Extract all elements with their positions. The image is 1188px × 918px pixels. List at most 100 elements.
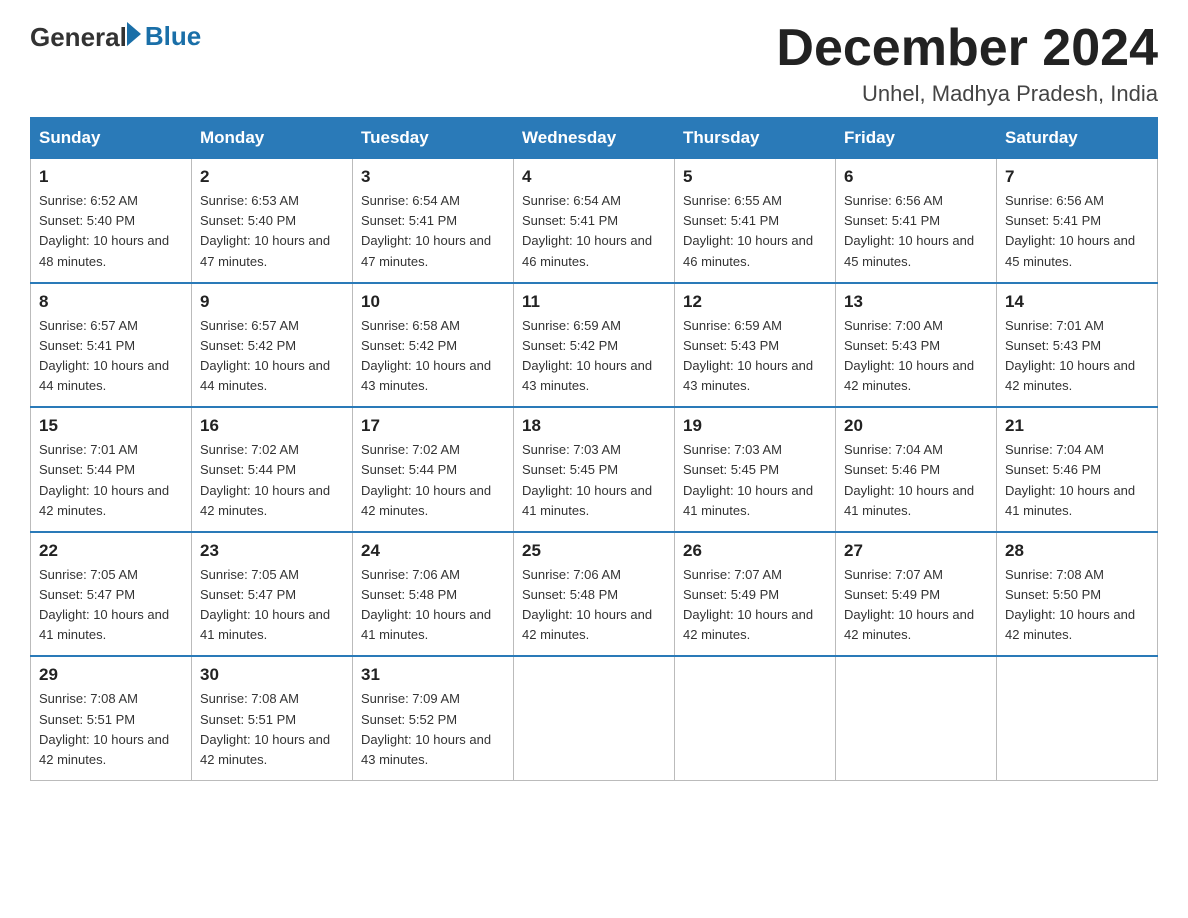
day-info: Sunrise: 7:00 AMSunset: 5:43 PMDaylight:…	[844, 318, 974, 393]
day-number: 14	[1005, 292, 1149, 312]
day-number: 31	[361, 665, 505, 685]
table-row: 6 Sunrise: 6:56 AMSunset: 5:41 PMDayligh…	[836, 159, 997, 283]
table-row: 26 Sunrise: 7:07 AMSunset: 5:49 PMDaylig…	[675, 532, 836, 657]
table-row: 5 Sunrise: 6:55 AMSunset: 5:41 PMDayligh…	[675, 159, 836, 283]
day-number: 11	[522, 292, 666, 312]
calendar-week-row: 1 Sunrise: 6:52 AMSunset: 5:40 PMDayligh…	[31, 159, 1158, 283]
day-info: Sunrise: 7:07 AMSunset: 5:49 PMDaylight:…	[844, 567, 974, 642]
day-number: 24	[361, 541, 505, 561]
col-friday: Friday	[836, 118, 997, 159]
table-row: 15 Sunrise: 7:01 AMSunset: 5:44 PMDaylig…	[31, 407, 192, 532]
table-row: 22 Sunrise: 7:05 AMSunset: 5:47 PMDaylig…	[31, 532, 192, 657]
table-row: 21 Sunrise: 7:04 AMSunset: 5:46 PMDaylig…	[997, 407, 1158, 532]
table-row: 25 Sunrise: 7:06 AMSunset: 5:48 PMDaylig…	[514, 532, 675, 657]
day-number: 22	[39, 541, 183, 561]
day-info: Sunrise: 6:54 AMSunset: 5:41 PMDaylight:…	[361, 193, 491, 268]
day-number: 8	[39, 292, 183, 312]
day-number: 29	[39, 665, 183, 685]
title-area: December 2024 Unhel, Madhya Pradesh, Ind…	[776, 20, 1158, 107]
table-row: 29 Sunrise: 7:08 AMSunset: 5:51 PMDaylig…	[31, 656, 192, 780]
table-row: 28 Sunrise: 7:08 AMSunset: 5:50 PMDaylig…	[997, 532, 1158, 657]
day-info: Sunrise: 6:57 AMSunset: 5:41 PMDaylight:…	[39, 318, 169, 393]
table-row	[836, 656, 997, 780]
day-number: 20	[844, 416, 988, 436]
day-number: 28	[1005, 541, 1149, 561]
table-row: 3 Sunrise: 6:54 AMSunset: 5:41 PMDayligh…	[353, 159, 514, 283]
day-number: 10	[361, 292, 505, 312]
day-info: Sunrise: 7:04 AMSunset: 5:46 PMDaylight:…	[844, 442, 974, 517]
day-info: Sunrise: 7:07 AMSunset: 5:49 PMDaylight:…	[683, 567, 813, 642]
table-row: 23 Sunrise: 7:05 AMSunset: 5:47 PMDaylig…	[192, 532, 353, 657]
table-row: 14 Sunrise: 7:01 AMSunset: 5:43 PMDaylig…	[997, 283, 1158, 408]
day-info: Sunrise: 7:06 AMSunset: 5:48 PMDaylight:…	[522, 567, 652, 642]
day-number: 6	[844, 167, 988, 187]
table-row: 19 Sunrise: 7:03 AMSunset: 5:45 PMDaylig…	[675, 407, 836, 532]
location-title: Unhel, Madhya Pradesh, India	[776, 81, 1158, 107]
logo-general-text: General	[30, 20, 141, 53]
day-info: Sunrise: 7:08 AMSunset: 5:50 PMDaylight:…	[1005, 567, 1135, 642]
table-row: 7 Sunrise: 6:56 AMSunset: 5:41 PMDayligh…	[997, 159, 1158, 283]
day-number: 18	[522, 416, 666, 436]
page-header: General Blue December 2024 Unhel, Madhya…	[30, 20, 1158, 107]
day-info: Sunrise: 6:56 AMSunset: 5:41 PMDaylight:…	[1005, 193, 1135, 268]
table-row: 10 Sunrise: 6:58 AMSunset: 5:42 PMDaylig…	[353, 283, 514, 408]
day-info: Sunrise: 7:05 AMSunset: 5:47 PMDaylight:…	[39, 567, 169, 642]
day-info: Sunrise: 6:59 AMSunset: 5:42 PMDaylight:…	[522, 318, 652, 393]
col-sunday: Sunday	[31, 118, 192, 159]
day-info: Sunrise: 6:58 AMSunset: 5:42 PMDaylight:…	[361, 318, 491, 393]
table-row: 27 Sunrise: 7:07 AMSunset: 5:49 PMDaylig…	[836, 532, 997, 657]
day-number: 26	[683, 541, 827, 561]
calendar-week-row: 8 Sunrise: 6:57 AMSunset: 5:41 PMDayligh…	[31, 283, 1158, 408]
day-info: Sunrise: 6:52 AMSunset: 5:40 PMDaylight:…	[39, 193, 169, 268]
day-info: Sunrise: 6:59 AMSunset: 5:43 PMDaylight:…	[683, 318, 813, 393]
calendar-body: 1 Sunrise: 6:52 AMSunset: 5:40 PMDayligh…	[31, 159, 1158, 781]
day-number: 19	[683, 416, 827, 436]
logo-arrow-icon	[127, 22, 141, 46]
day-info: Sunrise: 7:02 AMSunset: 5:44 PMDaylight:…	[361, 442, 491, 517]
col-thursday: Thursday	[675, 118, 836, 159]
col-saturday: Saturday	[997, 118, 1158, 159]
table-row: 9 Sunrise: 6:57 AMSunset: 5:42 PMDayligh…	[192, 283, 353, 408]
day-number: 2	[200, 167, 344, 187]
day-number: 25	[522, 541, 666, 561]
table-row: 20 Sunrise: 7:04 AMSunset: 5:46 PMDaylig…	[836, 407, 997, 532]
table-row: 1 Sunrise: 6:52 AMSunset: 5:40 PMDayligh…	[31, 159, 192, 283]
day-info: Sunrise: 7:01 AMSunset: 5:43 PMDaylight:…	[1005, 318, 1135, 393]
table-row: 2 Sunrise: 6:53 AMSunset: 5:40 PMDayligh…	[192, 159, 353, 283]
day-number: 17	[361, 416, 505, 436]
day-number: 13	[844, 292, 988, 312]
logo: General Blue	[30, 20, 201, 53]
table-row: 4 Sunrise: 6:54 AMSunset: 5:41 PMDayligh…	[514, 159, 675, 283]
col-monday: Monday	[192, 118, 353, 159]
calendar-header-row: Sunday Monday Tuesday Wednesday Thursday…	[31, 118, 1158, 159]
table-row: 24 Sunrise: 7:06 AMSunset: 5:48 PMDaylig…	[353, 532, 514, 657]
calendar-week-row: 15 Sunrise: 7:01 AMSunset: 5:44 PMDaylig…	[31, 407, 1158, 532]
day-number: 5	[683, 167, 827, 187]
day-number: 12	[683, 292, 827, 312]
day-number: 1	[39, 167, 183, 187]
day-number: 3	[361, 167, 505, 187]
day-number: 27	[844, 541, 988, 561]
col-wednesday: Wednesday	[514, 118, 675, 159]
day-info: Sunrise: 7:03 AMSunset: 5:45 PMDaylight:…	[522, 442, 652, 517]
day-number: 21	[1005, 416, 1149, 436]
day-info: Sunrise: 7:02 AMSunset: 5:44 PMDaylight:…	[200, 442, 330, 517]
col-tuesday: Tuesday	[353, 118, 514, 159]
day-number: 15	[39, 416, 183, 436]
day-info: Sunrise: 7:05 AMSunset: 5:47 PMDaylight:…	[200, 567, 330, 642]
calendar-table: Sunday Monday Tuesday Wednesday Thursday…	[30, 117, 1158, 781]
table-row: 18 Sunrise: 7:03 AMSunset: 5:45 PMDaylig…	[514, 407, 675, 532]
day-info: Sunrise: 7:06 AMSunset: 5:48 PMDaylight:…	[361, 567, 491, 642]
day-number: 23	[200, 541, 344, 561]
day-info: Sunrise: 7:04 AMSunset: 5:46 PMDaylight:…	[1005, 442, 1135, 517]
table-row: 8 Sunrise: 6:57 AMSunset: 5:41 PMDayligh…	[31, 283, 192, 408]
table-row: 13 Sunrise: 7:00 AMSunset: 5:43 PMDaylig…	[836, 283, 997, 408]
table-row: 12 Sunrise: 6:59 AMSunset: 5:43 PMDaylig…	[675, 283, 836, 408]
day-number: 4	[522, 167, 666, 187]
day-info: Sunrise: 7:01 AMSunset: 5:44 PMDaylight:…	[39, 442, 169, 517]
day-info: Sunrise: 7:03 AMSunset: 5:45 PMDaylight:…	[683, 442, 813, 517]
day-info: Sunrise: 6:55 AMSunset: 5:41 PMDaylight:…	[683, 193, 813, 268]
logo-blue-text: Blue	[145, 21, 201, 52]
day-info: Sunrise: 6:53 AMSunset: 5:40 PMDaylight:…	[200, 193, 330, 268]
day-info: Sunrise: 6:57 AMSunset: 5:42 PMDaylight:…	[200, 318, 330, 393]
